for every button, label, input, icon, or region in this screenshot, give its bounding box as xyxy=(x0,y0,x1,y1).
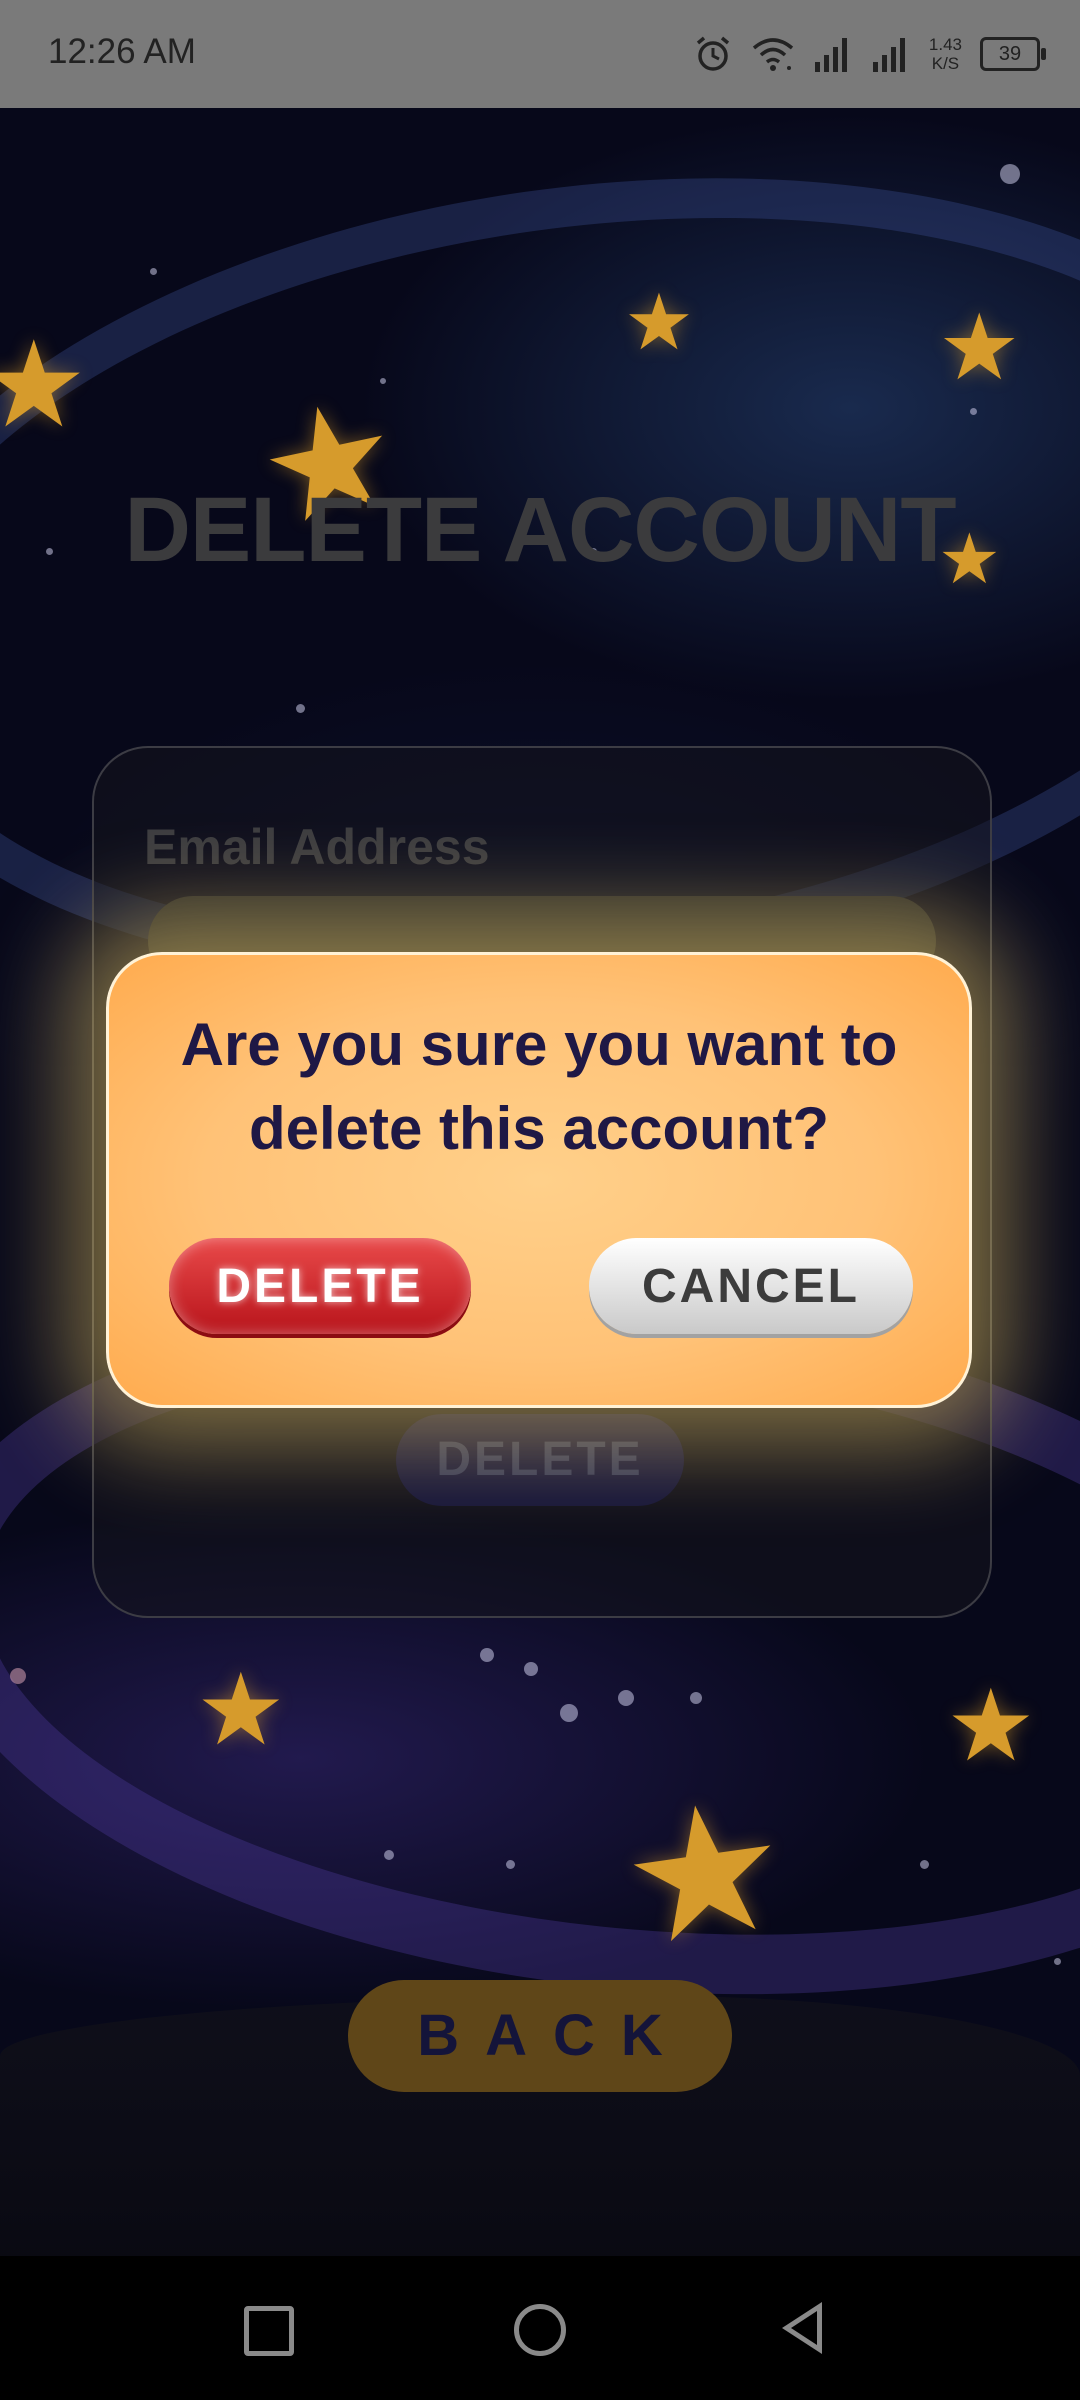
dust-dot xyxy=(10,1668,26,1684)
status-time: 12:26 AM xyxy=(48,32,196,71)
page-title: DELETE ACCOUNT xyxy=(124,479,956,581)
dust-dot xyxy=(1054,1958,1061,1965)
star-decoration: ★ xyxy=(0,316,88,455)
dust-dot xyxy=(618,1690,634,1706)
dust-dot xyxy=(524,1662,538,1676)
dust-dot xyxy=(970,408,977,415)
dialog-message-text: Are you sure you want to delete this acc… xyxy=(180,1011,898,1162)
speed-unit: K/S xyxy=(931,54,960,73)
alarm-icon xyxy=(696,36,730,71)
nav-back-icon[interactable] xyxy=(782,2302,822,2354)
star-decoration: ★ xyxy=(610,1758,800,1989)
confirm-delete-button[interactable]: DELETE xyxy=(169,1238,471,1334)
dust-dot xyxy=(480,1648,494,1662)
nav-recent-icon[interactable] xyxy=(244,2306,294,2356)
back-button[interactable]: BACK xyxy=(348,1980,732,2092)
star-decoration: ★ xyxy=(196,1651,286,1768)
star-decoration: ★ xyxy=(946,1667,1036,1784)
confirm-delete-dialog: Are you sure you want to delete this acc… xyxy=(106,952,972,1408)
signal-icon xyxy=(872,38,905,72)
dust-dot xyxy=(506,1860,515,1869)
wifi-icon xyxy=(752,38,794,71)
cancel-button[interactable]: CANCEL xyxy=(589,1238,913,1334)
status-icons: 1.43 K/S 39 xyxy=(693,28,1046,80)
dialog-message: Are you sure you want to delete this acc… xyxy=(109,1003,969,1171)
dust-dot xyxy=(560,1704,578,1722)
dust-dot xyxy=(150,268,157,275)
signal-icon xyxy=(814,38,847,72)
network-speed: 1.43 K/S xyxy=(929,35,962,73)
dust-dot xyxy=(690,1692,702,1704)
dust-dot xyxy=(1000,164,1020,184)
nav-home-icon[interactable] xyxy=(514,2304,566,2356)
dust-dot xyxy=(920,1860,929,1869)
system-nav-bar xyxy=(0,2256,1080,2400)
battery-icon: 39 xyxy=(980,37,1046,71)
speed-value: 1.43 xyxy=(928,35,962,54)
dust-dot xyxy=(384,1850,394,1860)
star-decoration: ★ xyxy=(624,278,694,368)
status-bar: 12:26 AM 1.43 K/S 39 xyxy=(0,0,1080,108)
form-delete-button[interactable]: DELETE xyxy=(396,1414,684,1506)
email-label: Email Address xyxy=(144,819,490,875)
dust-dot xyxy=(296,704,305,713)
star-decoration: ★ xyxy=(938,294,1021,401)
